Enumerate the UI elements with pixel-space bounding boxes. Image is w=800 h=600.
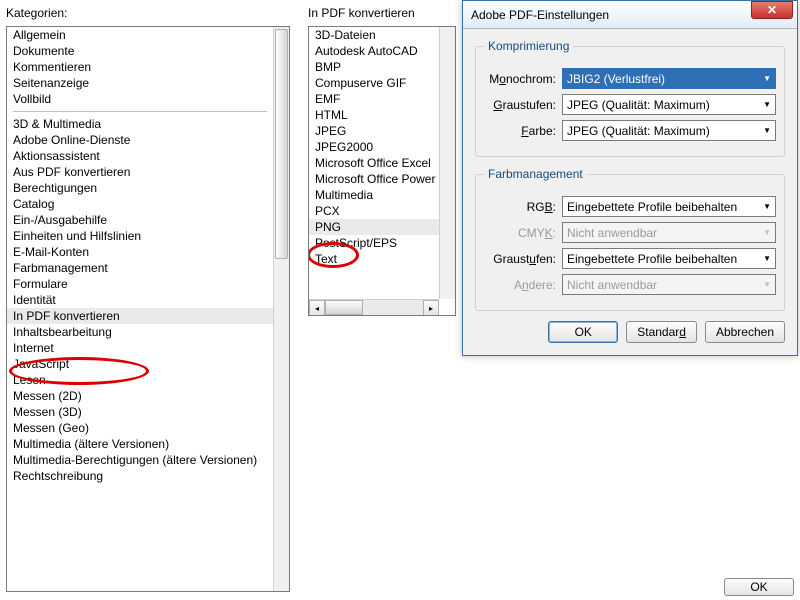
list-item[interactable]: Seitenanzeige [7,75,273,91]
list-item[interactable]: Vollbild [7,91,273,107]
category-divider [13,111,267,112]
list-item[interactable]: In PDF konvertieren [7,308,273,324]
grayscale2-label: Graustufen: [484,252,562,266]
list-item[interactable]: PNG [309,219,439,235]
dialog-titlebar[interactable]: Adobe PDF-Einstellungen ✕ [463,1,797,29]
chevron-down-icon: ▼ [759,254,771,263]
monochrome-combo[interactable]: JBIG2 (Verlustfrei)▼ [562,68,776,89]
list-item[interactable]: HTML [309,107,439,123]
list-item[interactable]: Multimedia-Berechtigungen (ältere Versio… [7,452,273,468]
colormanagement-group: Farbmanagement RGB: Eingebettete Profile… [475,167,785,311]
other-combo: Nicht anwendbar▼ [562,274,776,295]
list-item[interactable]: Multimedia [309,187,439,203]
compression-legend: Komprimierung [484,39,573,53]
close-button[interactable]: ✕ [751,1,793,19]
rgb-label: RGB: [484,200,562,214]
list-item[interactable]: Allgemein [7,27,273,43]
dialog-body: Komprimierung Monochrom: JBIG2 (Verlustf… [463,29,797,355]
list-item[interactable]: JPEG [309,123,439,139]
list-item[interactable]: Lesen [7,372,273,388]
list-item[interactable]: JPEG2000 [309,139,439,155]
scrollbar-thumb[interactable] [275,29,288,259]
grayscale2-combo[interactable]: Eingebettete Profile beibehalten▼ [562,248,776,269]
rgb-combo[interactable]: Eingebettete Profile beibehalten▼ [562,196,776,217]
categories-list-inner: AllgemeinDokumenteKommentierenSeitenanze… [7,27,273,484]
list-item[interactable]: Berechtigungen [7,180,273,196]
list-item[interactable]: Adobe Online-Dienste [7,132,273,148]
color-label: Farbe: [484,124,562,138]
list-item[interactable]: Aktionsassistent [7,148,273,164]
list-item[interactable]: Internet [7,340,273,356]
chevron-down-icon: ▼ [759,100,771,109]
dialog-title: Adobe PDF-Einstellungen [471,8,793,22]
ok-button[interactable]: OK [548,321,618,343]
list-item[interactable]: PCX [309,203,439,219]
chevron-down-icon: ▼ [759,280,771,289]
scroll-track[interactable] [325,300,423,315]
list-item[interactable]: Formulare [7,276,273,292]
list-item[interactable]: Multimedia (ältere Versionen) [7,436,273,452]
chevron-down-icon: ▼ [759,74,771,83]
scroll-right-button[interactable]: ▸ [423,300,439,316]
list-item[interactable]: Messen (3D) [7,404,273,420]
list-item[interactable]: EMF [309,91,439,107]
vertical-scrollbar[interactable] [273,27,289,591]
grayscale-label: Graustufen: [484,98,562,112]
chevron-down-icon: ▼ [759,202,771,211]
list-item[interactable]: BMP [309,59,439,75]
standard-button[interactable]: Standard [626,321,697,343]
scrollbar-thumb[interactable] [325,300,363,315]
list-item[interactable]: 3D & Multimedia [7,116,273,132]
cmyk-label: CMYK: [484,226,562,240]
cmyk-combo: Nicht anwendbar▼ [562,222,776,243]
categories-label: Kategorien: [6,6,290,20]
dialog-button-row: OK Standard Abbrechen [475,321,785,343]
grayscale-combo[interactable]: JPEG (Qualität: Maximum)▼ [562,94,776,115]
list-item[interactable]: Kommentieren [7,59,273,75]
categories-listbox[interactable]: AllgemeinDokumenteKommentierenSeitenanze… [6,26,290,592]
list-item[interactable]: Microsoft Office Power [309,171,439,187]
list-item[interactable]: JavaScript [7,356,273,372]
list-item[interactable]: Farbmanagement [7,260,273,276]
convert-panel: In PDF konvertieren 3D-DateienAutodesk A… [308,6,456,316]
monochrome-label: Monochrom: [484,72,562,86]
chevron-down-icon: ▼ [759,126,771,135]
list-item[interactable]: PostScript/EPS [309,235,439,251]
list-item[interactable]: Identität [7,292,273,308]
list-item[interactable]: Dokumente [7,43,273,59]
scroll-left-button[interactable]: ◂ [309,300,325,316]
list-item[interactable]: Aus PDF konvertieren [7,164,273,180]
convert-listbox[interactable]: 3D-DateienAutodesk AutoCADBMPCompuserve … [308,26,456,316]
list-item[interactable]: Microsoft Office Excel [309,155,439,171]
compression-group: Komprimierung Monochrom: JBIG2 (Verlustf… [475,39,785,157]
list-item[interactable]: E-Mail-Konten [7,244,273,260]
close-icon: ✕ [767,3,777,17]
list-item[interactable]: Compuserve GIF [309,75,439,91]
list-item[interactable]: 3D-Dateien [309,27,439,43]
list-item[interactable]: Rechtschreibung [7,468,273,484]
categories-panel: Kategorien: AllgemeinDokumenteKommentier… [6,6,290,592]
horizontal-scrollbar[interactable]: ◂ ▸ [309,299,439,315]
list-item[interactable]: Text [309,251,439,267]
list-item[interactable]: Catalog [7,196,273,212]
list-item[interactable]: Messen (2D) [7,388,273,404]
list-item[interactable]: Ein-/Ausgabehilfe [7,212,273,228]
convert-list-inner: 3D-DateienAutodesk AutoCADBMPCompuserve … [309,27,439,299]
preferences-ok-button[interactable]: OK [724,578,794,596]
list-item[interactable]: Inhaltsbearbeitung [7,324,273,340]
list-item[interactable]: Einheiten und Hilfslinien [7,228,273,244]
list-item[interactable]: Autodesk AutoCAD [309,43,439,59]
chevron-down-icon: ▼ [759,228,771,237]
pdf-settings-dialog: Adobe PDF-Einstellungen ✕ Komprimierung … [462,0,798,356]
colormanagement-legend: Farbmanagement [484,167,587,181]
vertical-scrollbar[interactable] [439,27,455,299]
cancel-button[interactable]: Abbrechen [705,321,785,343]
list-item[interactable]: Messen (Geo) [7,420,273,436]
other-label: Andere: [484,278,562,292]
color-combo[interactable]: JPEG (Qualität: Maximum)▼ [562,120,776,141]
convert-label: In PDF konvertieren [308,6,456,20]
